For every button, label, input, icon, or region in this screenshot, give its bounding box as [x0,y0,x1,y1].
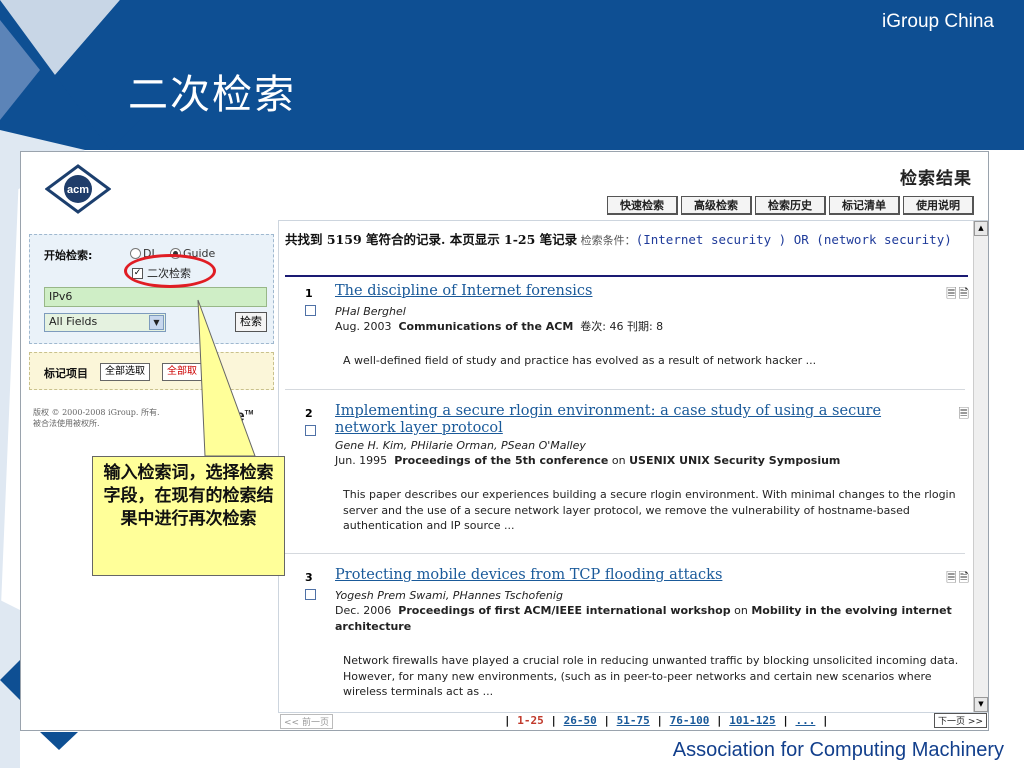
instruction-callout: 输入检索词，选择检索字段，在现有的检索结果中进行再次检索 [92,456,285,576]
callout-pointer [197,299,256,457]
